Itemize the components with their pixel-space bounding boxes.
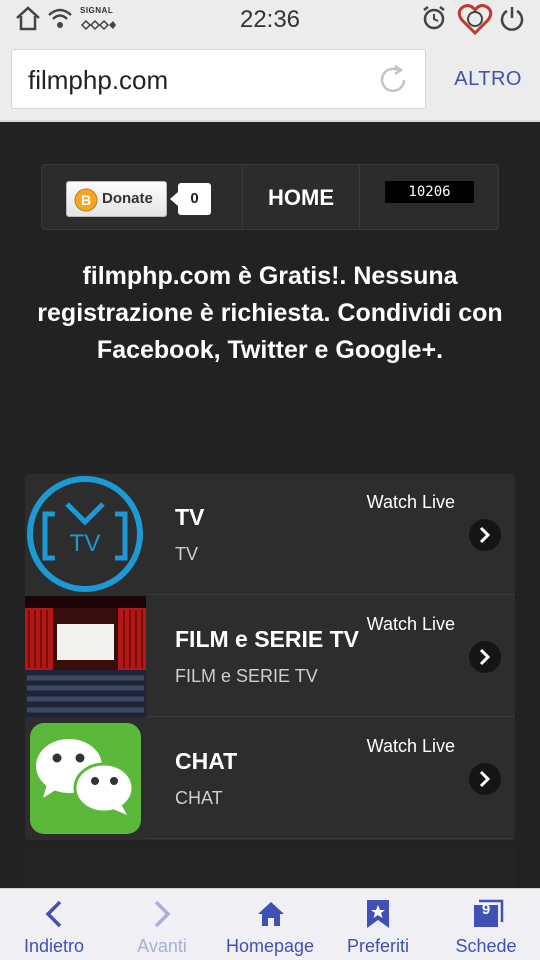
url-field[interactable]: filmphp.com (11, 49, 426, 109)
more-menu-button[interactable]: ALTRO (454, 68, 522, 91)
watch-live-label: Watch Live (366, 736, 455, 756)
forward-label: Avanti (137, 936, 187, 956)
channel-item-film-serie-tv[interactable]: FILM e SERIE TV FILM e SERIE TV Watch Li… (25, 596, 515, 717)
tabs-label: Schede (455, 936, 517, 956)
tabs-button[interactable]: 9 Schede (432, 889, 540, 960)
home-icon (258, 902, 284, 926)
reload-icon[interactable] (377, 64, 409, 101)
channel-subtitle: CHAT (175, 788, 223, 808)
tv-logo-icon: TV (25, 474, 146, 595)
channel-list: TV TV TV Watch Live FILM e SERIE TV FILM… (25, 474, 515, 840)
url-text[interactable]: filmphp.com (28, 65, 168, 96)
cinema-thumbnail (25, 596, 146, 717)
donate-count-badge: 0 (170, 183, 211, 215)
bookmarks-button[interactable]: Preferiti (324, 889, 432, 960)
channel-subtitle: FILM e SERIE TV (175, 666, 318, 686)
forward-button[interactable]: Avanti (108, 889, 216, 960)
browser-address-bar: filmphp.com ALTRO (0, 38, 540, 122)
channel-item-chat[interactable]: CHAT CHAT Watch Live (25, 718, 515, 839)
home-nav-link[interactable]: HOME (243, 165, 360, 229)
channel-title: CHAT (175, 748, 238, 774)
donate-label: Donate (102, 190, 153, 207)
chevron-right-icon[interactable] (469, 519, 501, 551)
top-navigation: B Donate 0 HOME 10206 (41, 164, 499, 230)
svg-text:B: B (81, 192, 91, 208)
donate-cell: B Donate 0 (42, 165, 243, 229)
list-footer (25, 848, 515, 888)
homepage-button[interactable]: Homepage (216, 889, 324, 960)
channel-title: FILM e SERIE TV (175, 626, 360, 652)
chevron-right-icon (154, 900, 171, 928)
back-label: Indietro (23, 936, 85, 956)
chevron-right-icon[interactable] (469, 763, 501, 795)
channel-item-tv[interactable]: TV TV TV Watch Live (25, 474, 515, 595)
status-bar: SIGNAL 22:36 (0, 0, 540, 38)
channel-subtitle: TV (175, 544, 199, 564)
bitcoin-icon: B (74, 188, 98, 217)
heart-icon (457, 2, 493, 41)
chevron-right-icon[interactable] (469, 641, 501, 673)
bookmarks-label: Preferiti (346, 936, 409, 956)
alarm-icon (420, 4, 448, 37)
chevron-left-icon (45, 900, 62, 928)
visit-counter-cell: 10206 (360, 165, 499, 229)
home-nav-label: HOME (268, 185, 334, 210)
visit-counter: 10206 (385, 181, 474, 203)
donate-button[interactable]: B Donate (66, 181, 167, 217)
bookmark-star-icon (367, 900, 389, 928)
watch-live-label: Watch Live (366, 614, 455, 634)
tabs-count: 9 (481, 901, 491, 918)
page-headline: filmphp.com è Gratis!. Nessuna registraz… (37, 262, 503, 364)
back-button[interactable]: Indietro (0, 889, 108, 960)
chat-bubbles-icon (25, 718, 146, 839)
power-icon (498, 4, 526, 37)
channel-title: TV (175, 504, 205, 530)
browser-bottom-toolbar: Indietro Avanti Homepage Preferiti 9 Sch… (0, 888, 540, 960)
watch-live-label: Watch Live (366, 492, 455, 512)
svg-text:TV: TV (70, 530, 101, 557)
homepage-label: Homepage (225, 936, 315, 956)
